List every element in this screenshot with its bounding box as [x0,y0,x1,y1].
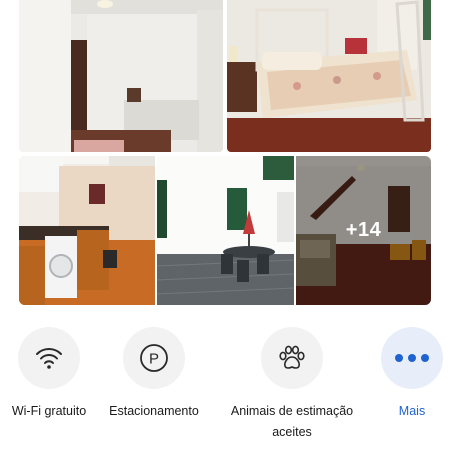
facility-parking[interactable]: P Estacionamento [104,327,204,422]
paw-icon [279,345,305,369]
wifi-icon-circle [18,327,80,389]
parking-icon: P [140,344,168,372]
svg-text:P: P [149,351,159,368]
paw-icon-circle [261,327,323,389]
photo-bedroom[interactable] [227,0,431,152]
parking-icon-circle: P [123,327,185,389]
facility-wifi-label: Wi-Fi gratuito [11,404,87,418]
facility-more-button[interactable]: Mais [376,327,448,422]
facility-parking-label: Estacionamento [109,404,199,418]
photo-kitchen[interactable] [19,156,155,305]
photo-living-room-more[interactable]: +14 [296,156,431,305]
facility-pets[interactable]: Animais de estimação aceites [222,327,362,443]
facility-more-label: Mais [398,404,426,418]
facility-wifi[interactable]: Wi-Fi gratuito [6,327,92,422]
more-dots-icon-circle [381,327,443,389]
facility-pets-label: Animais de estimação aceites [230,404,354,439]
wifi-icon [36,348,62,369]
more-photos-count: +14 [296,156,431,305]
photo-hallway[interactable] [19,0,223,152]
more-dots-icon [395,354,429,362]
photo-patio[interactable] [157,156,294,305]
